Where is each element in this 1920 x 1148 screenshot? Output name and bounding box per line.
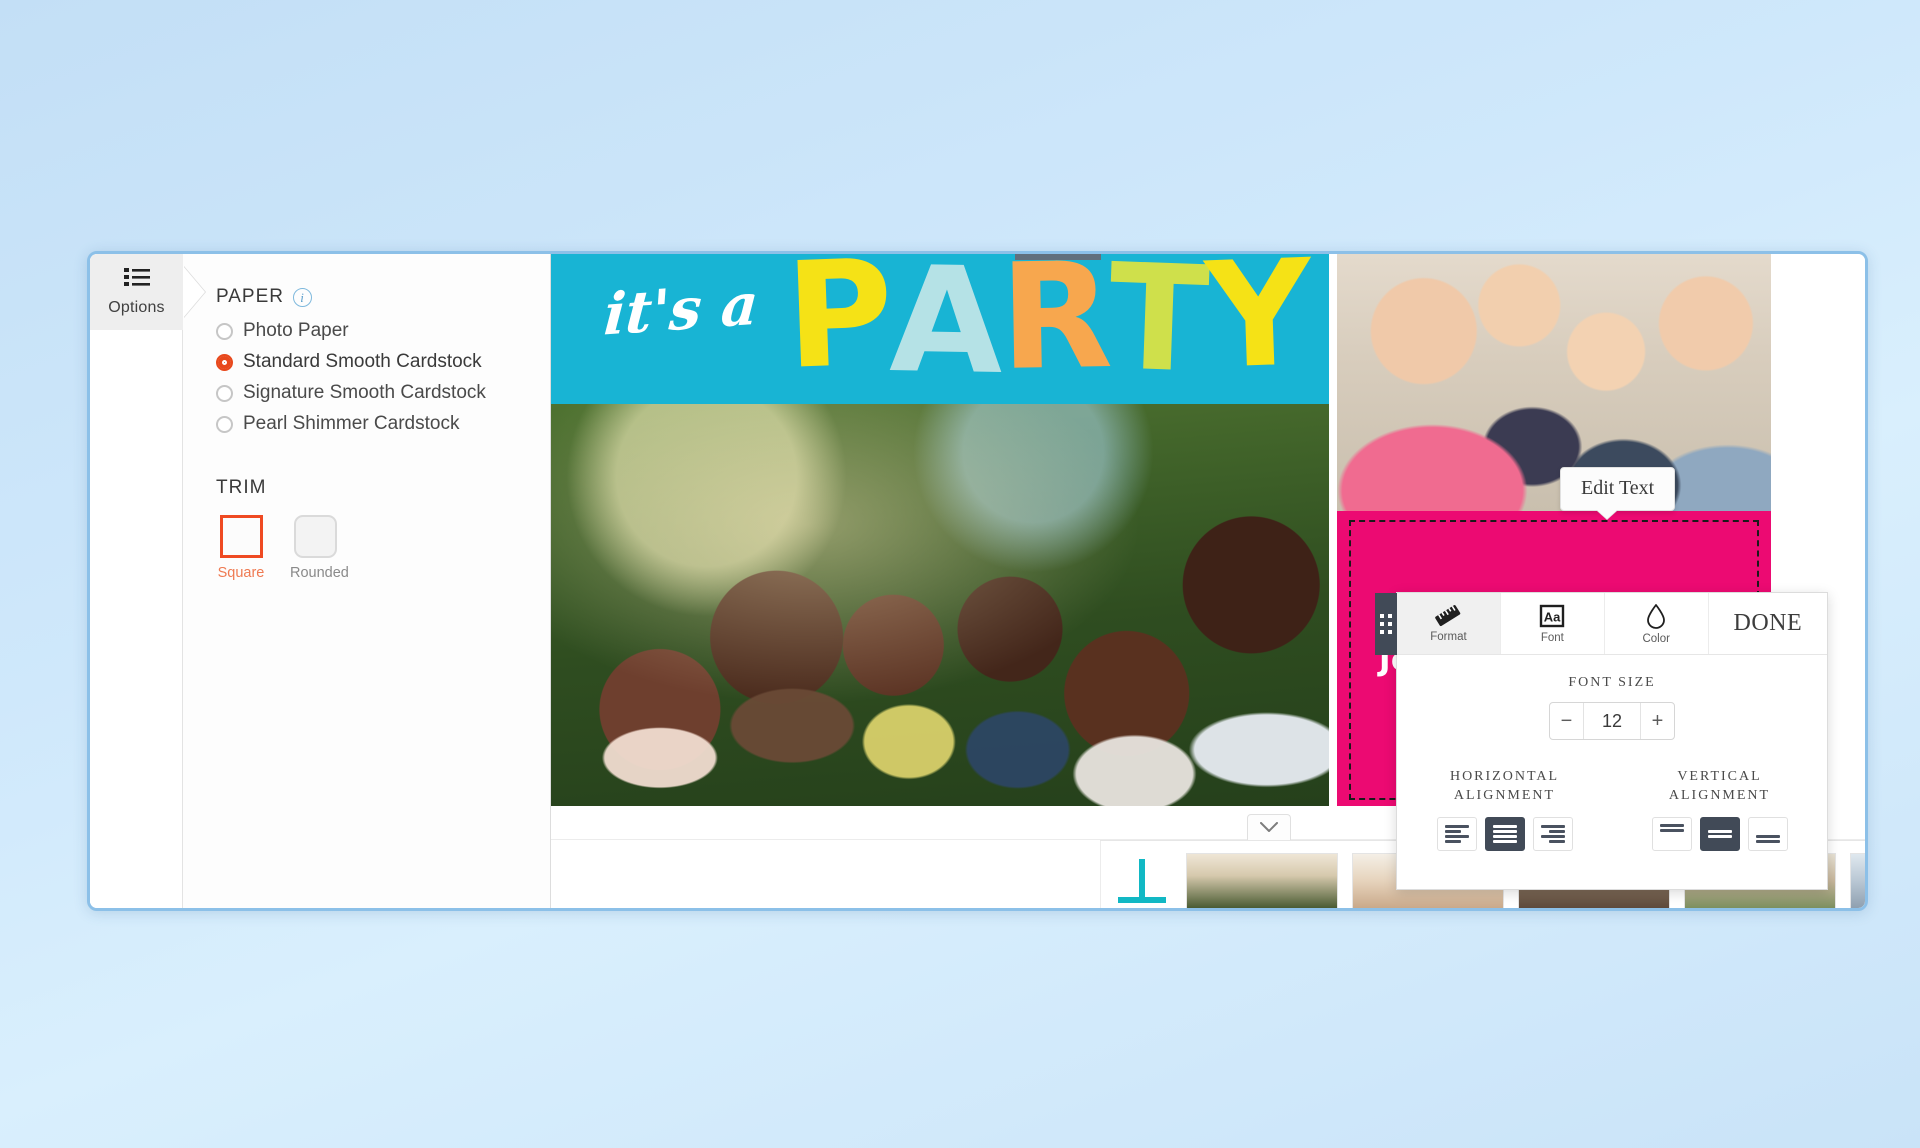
- rail-pointer: [183, 266, 205, 318]
- horizontal-alignment-group: HORIZONTAL ALIGNMENT: [1397, 768, 1612, 851]
- svg-text:Aa: Aa: [1544, 609, 1561, 624]
- trim-options: Square Rounded: [216, 515, 550, 581]
- radio-indicator: [216, 415, 233, 433]
- info-icon[interactable]: i: [293, 287, 313, 307]
- rounded-swatch-icon: [293, 515, 337, 558]
- add-photo-placeholder-icon[interactable]: [1110, 853, 1172, 908]
- font-size-label: FONT SIZE: [1568, 675, 1656, 690]
- card-page-left[interactable]: it's a PARTY: [551, 254, 1329, 806]
- text-format-toolbar: Format Aa Font Color DONE FONT SIZE − 12…: [1375, 592, 1828, 890]
- radio-standard-smooth-cardstock[interactable]: Standard Smooth Cardstock: [216, 351, 550, 373]
- align-right-button[interactable]: [1532, 816, 1573, 851]
- done-button[interactable]: DONE: [1708, 593, 1827, 654]
- banner-script-text: it's a: [601, 270, 761, 349]
- icon-base: [1118, 897, 1166, 903]
- tray-thumbnail[interactable]: [1186, 853, 1338, 908]
- droplet-icon: [1647, 603, 1666, 629]
- trim-option-label: Square: [217, 565, 265, 581]
- trim-option-label: Rounded: [290, 565, 349, 581]
- radio-indicator: [216, 353, 233, 371]
- tab-format[interactable]: Format: [1397, 593, 1501, 654]
- banner-letter: Y: [1203, 254, 1312, 402]
- card-banner[interactable]: it's a PARTY: [551, 254, 1329, 404]
- radio-indicator: [216, 322, 233, 340]
- banner-party-text: PARTY: [783, 254, 1312, 404]
- list-icon: [123, 267, 150, 292]
- tab-color-label: Color: [1642, 632, 1670, 645]
- trim-option-rounded[interactable]: Rounded: [290, 515, 349, 581]
- options-panel: PAPER i Photo Paper Standard Smooth Card…: [183, 254, 551, 908]
- font-size-decrement-button[interactable]: −: [1550, 703, 1584, 739]
- radio-label: Standard Smooth Cardstock: [243, 351, 482, 372]
- align-center-button[interactable]: [1484, 816, 1525, 851]
- radio-label: Signature Smooth Cardstock: [243, 382, 486, 403]
- horizontal-alignment-label-line2: ALIGNMENT: [1453, 787, 1556, 803]
- font-aa-icon: Aa: [1540, 604, 1565, 627]
- horizontal-alignment-buttons: [1397, 816, 1612, 851]
- left-rail: Options: [90, 254, 205, 908]
- horizontal-alignment-label: HORIZONTAL ALIGNMENT: [1397, 768, 1612, 806]
- radio-signature-smooth-cardstock[interactable]: Signature Smooth Cardstock: [216, 382, 550, 404]
- card-top-grab-handle[interactable]: [1015, 254, 1101, 260]
- trim-option-square[interactable]: Square: [216, 515, 266, 581]
- toolbar-drag-handle[interactable]: [1375, 593, 1397, 655]
- tab-color[interactable]: Color: [1604, 593, 1709, 654]
- horizontal-alignment-label-line1: HORIZONTAL: [1449, 769, 1560, 784]
- tray-thumbnail[interactable]: [1850, 853, 1865, 908]
- radio-label: Pearl Shimmer Cardstock: [243, 413, 460, 434]
- ruler-icon: [1435, 604, 1461, 626]
- card-main-photo[interactable]: [551, 404, 1329, 806]
- tray-divider: [1100, 841, 1101, 908]
- banner-letter: T: [1106, 254, 1209, 404]
- chevron-down-icon: [1260, 822, 1278, 832]
- vertical-alignment-label-line1: VERTICAL: [1677, 769, 1762, 784]
- toolbar-tabs: Format Aa Font Color DONE: [1397, 593, 1827, 655]
- vertical-alignment-group: VERTICAL ALIGNMENT: [1612, 768, 1827, 851]
- paper-section-heading: PAPER i: [216, 286, 550, 308]
- align-bottom-icon: [1755, 823, 1780, 845]
- align-top-icon: [1659, 823, 1684, 844]
- card-family-photo[interactable]: [1337, 254, 1771, 511]
- banner-letter: R: [998, 254, 1111, 403]
- align-top-button[interactable]: [1651, 816, 1692, 851]
- trim-section-heading: TRIM: [216, 477, 550, 499]
- alignment-row: HORIZONTAL ALIGNMENT VERTICAL ALIGNMENT: [1397, 768, 1827, 851]
- align-middle-button[interactable]: [1699, 816, 1740, 851]
- photo-glare-overlay: [551, 404, 1329, 806]
- toolbar-body: FONT SIZE − 12 + HORIZONTAL ALIGNMENT VE…: [1397, 655, 1827, 851]
- tray-collapse-button[interactable]: [1247, 814, 1291, 840]
- tab-format-label: Format: [1430, 630, 1467, 643]
- tab-font[interactable]: Aa Font: [1500, 593, 1605, 654]
- paper-heading-label: PAPER: [216, 286, 285, 307]
- square-swatch-icon: [219, 515, 263, 558]
- banner-letter: A: [888, 254, 1002, 404]
- align-bottom-button[interactable]: [1747, 816, 1788, 851]
- radio-label: Photo Paper: [243, 320, 349, 341]
- align-middle-icon: [1707, 823, 1732, 845]
- sidebar-item-options-label: Options: [108, 299, 165, 316]
- font-size-increment-button[interactable]: +: [1640, 703, 1674, 739]
- radio-indicator: [216, 384, 233, 402]
- banner-letter: P: [783, 254, 893, 402]
- align-center-icon: [1492, 823, 1517, 845]
- edit-text-tooltip[interactable]: Edit Text: [1560, 467, 1676, 511]
- font-size-stepper[interactable]: − 12 +: [1549, 702, 1675, 740]
- sidebar-item-options[interactable]: Options: [90, 254, 183, 330]
- align-left-icon: [1444, 823, 1469, 845]
- font-size-value: 12: [1601, 710, 1623, 731]
- trim-heading-label: TRIM: [216, 477, 267, 498]
- grip-dots-icon: [1380, 614, 1392, 634]
- vertical-alignment-buttons: [1612, 816, 1827, 851]
- align-right-icon: [1540, 823, 1565, 845]
- align-left-button[interactable]: [1436, 816, 1477, 851]
- tab-font-label: Font: [1540, 631, 1564, 644]
- vertical-alignment-label: VERTICAL ALIGNMENT: [1612, 768, 1827, 806]
- radio-pearl-shimmer-cardstock[interactable]: Pearl Shimmer Cardstock: [216, 413, 550, 435]
- radio-photo-paper[interactable]: Photo Paper: [216, 320, 550, 342]
- vertical-alignment-label-line2: ALIGNMENT: [1668, 787, 1771, 803]
